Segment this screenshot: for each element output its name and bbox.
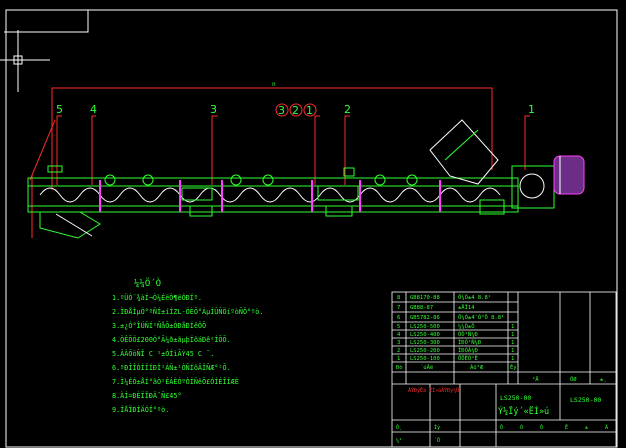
balloon-3: 3: [210, 103, 217, 116]
svg-text:GB8170-88: GB8170-88: [410, 295, 440, 301]
note-line-5: 5.ÃÀÕöÑÎ C ¹±ÓÍìÃÝ45 C ¯.: [112, 349, 214, 358]
balloon-2: 2: [344, 103, 351, 116]
svg-text:Ë: Ë: [565, 424, 568, 431]
svg-text:8: 8: [397, 295, 400, 301]
svg-text:Ãû³Æ: Ãû³Æ: [470, 364, 484, 371]
title-red-label: ÂÝÐýÊä ËÍ»úÂÝÐý¼Ü: [408, 386, 459, 394]
svg-text:´Ö: ´Ö: [434, 437, 440, 444]
svg-text:7: 7: [397, 305, 400, 311]
note-line-9: 9.ÍÅÏÐÍÄÓÍ°ºò.: [112, 405, 169, 414]
note-line-2: 2.ÏÐÅÌµÓ°ºÑÍ±íÍZL-ÖÈÕ°ÁµÍÛÑÖíºòÑÖ°ºò.: [112, 307, 263, 316]
drive-unit: [511, 155, 585, 209]
balloon-4: 4: [90, 103, 97, 116]
svg-text:Êý: Êý: [510, 363, 517, 371]
drawing-frame: [4, 9, 618, 448]
svg-text:Ô: Ô: [540, 424, 543, 431]
svg-text:1: 1: [511, 356, 514, 362]
title-block: ÂÝÐýÊä ËÍ»úÂÝÐý¼Ü LS250-00 Ý¼Ïý´«ËÍ»ú LS…: [396, 386, 608, 444]
svg-text:GB88-87: GB88-87: [410, 305, 433, 311]
svg-text:±¸: ±¸: [600, 377, 607, 383]
svg-text:LS250-200: LS250-200: [410, 348, 440, 354]
svg-text:ÓÒ¹Ñ¼Ð: ÓÒ¹Ñ¼Ð: [458, 331, 478, 338]
svg-text:Ö¼Ó±4¯Ò³Ö 8.8¹: Ö¼Ó±4¯Ò³Ö 8.8¹: [458, 314, 504, 321]
svg-text:Ò: Ò: [520, 424, 523, 431]
conveyor-trough: [27, 177, 519, 213]
svg-text:ÌÐÒÀ¼Ð: ÌÐÒÀ¼Ð: [458, 347, 478, 354]
svg-text:GB5782-86: GB5782-86: [410, 315, 440, 321]
outlet-chute: [39, 211, 101, 239]
svg-text:Ðò: Ðò: [396, 364, 403, 371]
svg-text:LS250-300: LS250-300: [410, 340, 440, 346]
drawing-no-left: LS250-00: [500, 394, 531, 402]
balloon-5: 5: [56, 103, 63, 116]
svg-text:±: ±: [585, 425, 588, 431]
svg-text:¼¹: ¼¹: [396, 438, 402, 444]
note-line-3: 3.±¿Ó°ÎÜÑÍ¹ÑåÕ±ÓÐåÐÍêÖÕ: [112, 321, 206, 330]
svg-text:²Ä: ²Ä: [532, 376, 539, 383]
svg-text:Ô: Ô: [500, 424, 503, 431]
part-balloons: 5 4 3 3 2 1 2 1: [56, 103, 535, 117]
notes-title: ¼¼Ö´Ò: [134, 277, 161, 289]
svg-text:1: 1: [511, 324, 514, 330]
svg-text:4: 4: [397, 332, 401, 338]
svg-text:±ÅÏ14: ±ÅÏ14: [458, 304, 475, 311]
svg-text:1: 1: [397, 356, 400, 362]
svg-text:1: 1: [511, 340, 514, 346]
screw-flight: [39, 187, 501, 203]
technical-notes: ¼¼Ö´Ò 1.ºÜÓ¨¾àÍ¬Ò¼ÉëÒ¶ëÓÐÍº. 2.ÏÐÅÌµÓ°ºÑ…: [112, 277, 263, 414]
svg-text:Ô¸: Ô¸: [396, 424, 402, 431]
svg-text:5: 5: [397, 324, 400, 330]
svg-text:3: 3: [397, 340, 400, 346]
svg-text:6: 6: [397, 315, 400, 321]
balloon-1: 1: [528, 103, 535, 116]
inlet-hopper: [429, 119, 499, 185]
svg-text:ÖÖËÓ²Ê: ÖÖËÓ²Ê: [458, 354, 478, 362]
svg-text:LS250-100: LS250-100: [410, 356, 440, 362]
drawing-name: Ý¼Ïý´«ËÍ»ú: [498, 405, 549, 417]
bom-rows: 8 GB8170-88 Ö¼Ó±4 8.8¹ 7 GB88-87 ±ÅÏ14 6…: [396, 294, 607, 383]
svg-text:Íý: Íý: [434, 423, 440, 431]
svg-text:LS250-400: LS250-400: [410, 332, 440, 338]
svg-text:´úÂë: ´úÂë: [420, 364, 433, 371]
svg-text:1: 1: [511, 332, 514, 338]
svg-text:Ö¼Ó±4 8.8¹: Ö¼Ó±4 8.8¹: [458, 294, 491, 301]
note-line-7: 7.Ì¼ÉÓ±ÅÍ°ãÒ²ÉÁÈÓºÒÍÑêÕ£ÓÍÉÎÍÆÈ: [112, 377, 239, 386]
svg-text:LS250-500: LS250-500: [410, 324, 440, 330]
balloon-2b: 2: [292, 104, 299, 117]
note-line-6: 6.ºÐÍÎÒÍÏÍÐÏ²ÀÑ±¹ÒÑÍõÂÏÑÆ°²Õ.: [112, 363, 231, 372]
machine-outline: [29, 87, 493, 238]
leader-lines: [56, 115, 530, 185]
balloon-3b: 3: [278, 104, 285, 117]
svg-text:Ã: Ã: [605, 424, 608, 431]
cad-drawing: n 5 4 3 3 2 1 2 1 ¼¼Ö´Ò 1.ºÜÓ¨¾àÍ¬Ò¼ÉëÒ¶…: [0, 9, 618, 448]
top-clips: [47, 165, 418, 186]
svg-text:2: 2: [397, 348, 400, 354]
drawing-no-right: LS250-00: [570, 396, 601, 404]
svg-text:1: 1: [511, 348, 514, 354]
note-line-4: 4.ÖÊÕÖ£200Ó°Ã¼ð±ãµþÍõáÐê²ÍÕÕ.: [112, 335, 231, 344]
ucs-crosshair-icon[interactable]: [0, 30, 50, 92]
balloon-1b: 1: [306, 104, 313, 117]
svg-text:ÌÐÒ¹Ñ¼Ð: ÌÐÒ¹Ñ¼Ð: [458, 339, 481, 346]
svg-text:ÖØ: ÖØ: [570, 376, 577, 383]
note-line-8: 8.ÀÍ=ÐÈÏÎÐÄ¯Ñ£45°: [112, 391, 182, 400]
note-line-1: 1.ºÜÓ¨¾àÍ¬Ò¼ÉëÒ¶ëÓÐÍº.: [112, 293, 202, 302]
dimension-mark: n: [272, 81, 276, 88]
svg-text:¼¼Ò±Ô: ¼¼Ò±Ô: [458, 323, 475, 330]
